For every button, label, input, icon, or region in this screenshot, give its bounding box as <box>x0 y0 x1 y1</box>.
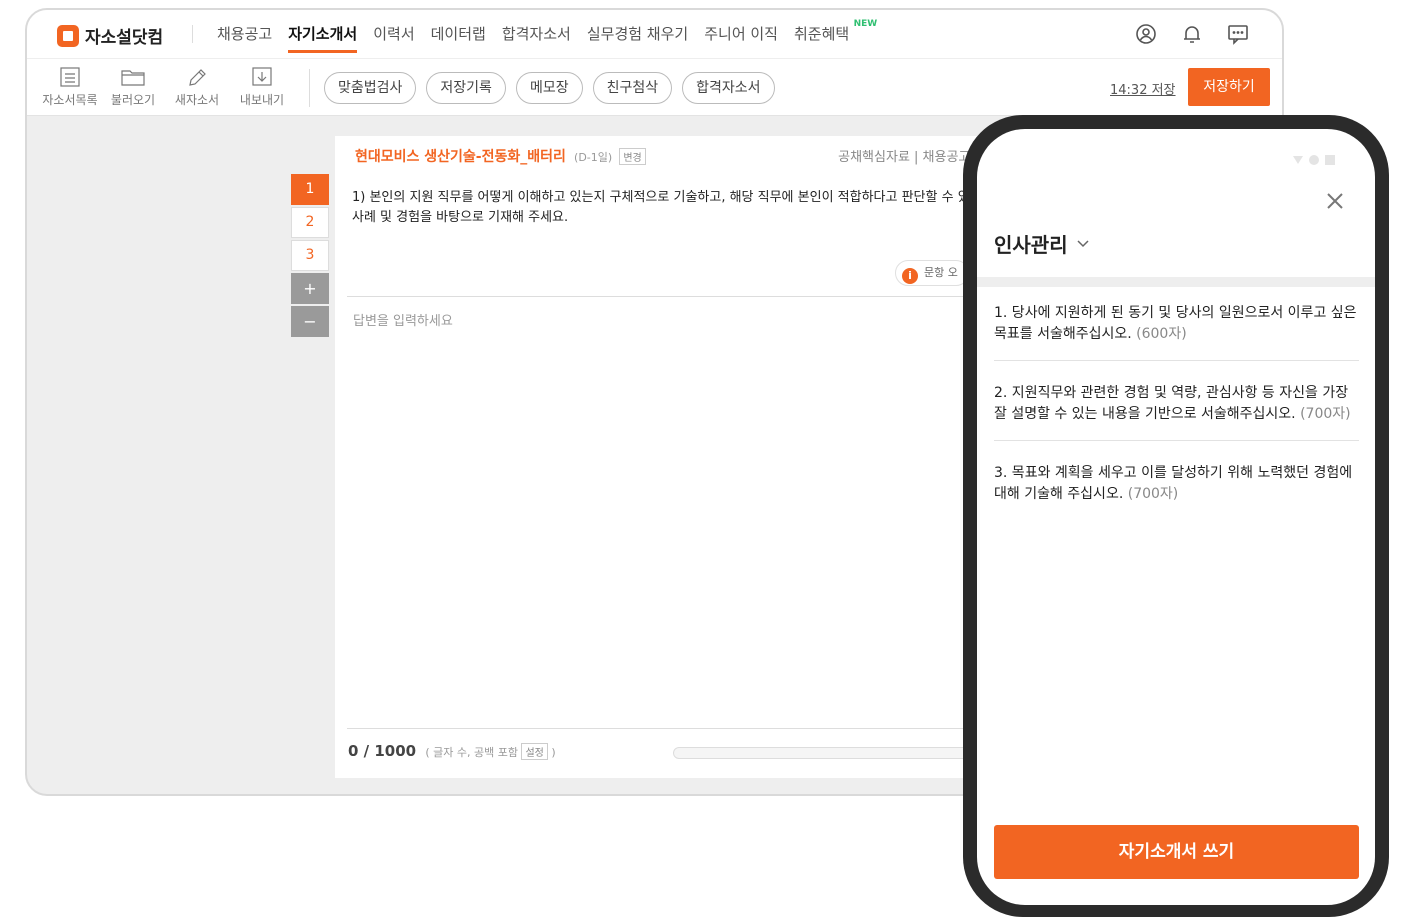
section-divider <box>977 277 1375 287</box>
logo[interactable]: 자소설닷컴 <box>57 23 163 48</box>
question-list: 1. 당사에 지원하게 된 동기 및 당사의 일원으로서 이루고 싶은 목표를 … <box>994 303 1359 542</box>
question-text: 2. 지원직무와 관련한 경험 및 역량, 관심사항 등 자신을 가장 잘 설명… <box>994 385 1349 422</box>
circle-icon <box>1309 155 1319 165</box>
folder-icon <box>121 70 145 86</box>
divider <box>347 296 1035 297</box>
nav-item-benefits-label: 취준혜택 <box>794 25 850 43</box>
hint-label: 문항 오 <box>924 266 958 279</box>
count-note: ( 글자 수, 공백 포함 설정 ) <box>425 743 556 760</box>
status-bar <box>1293 155 1335 165</box>
message-icon[interactable] <box>1226 22 1250 46</box>
signal-icon <box>1293 156 1303 164</box>
question-tab-1[interactable]: 1 <box>291 174 329 205</box>
load-button[interactable]: 불러오기 <box>100 67 166 108</box>
passed-essays-button[interactable]: 합격자소서 <box>682 72 775 104</box>
chevron-down-icon <box>1077 239 1089 247</box>
friend-review-button[interactable]: 친구첨삭 <box>592 72 673 104</box>
nav-item-junior-move[interactable]: 주니어 이직 <box>704 23 778 44</box>
spellcheck-button[interactable]: 맞춤법검사 <box>324 72 417 104</box>
logo-text: 자소설닷컴 <box>85 28 164 48</box>
logo-icon <box>57 24 79 47</box>
close-icon[interactable] <box>1323 189 1347 213</box>
char-limit: (700자) <box>1127 486 1179 502</box>
count-value: 0 / 1000 <box>348 742 417 760</box>
pencil-icon <box>189 69 206 86</box>
nav-item-datalab[interactable]: 데이터랩 <box>431 23 486 44</box>
tool-label: 불러오기 <box>110 93 156 107</box>
progress-bar <box>673 747 1013 759</box>
question-hint-button[interactable]: i 문항 오 <box>895 260 969 286</box>
export-button[interactable]: 내보내기 <box>229 67 295 108</box>
top-navigation: 자소설닷컴 채용공고 자기소개서 이력서 데이터랩 합격자소서 실무경험 채우기… <box>27 10 1282 58</box>
divider <box>347 728 1035 729</box>
toolbar-divider <box>309 69 310 107</box>
question-tab-3[interactable]: 3 <box>291 240 329 271</box>
save-button[interactable]: 저장하기 <box>1188 68 1270 106</box>
nav-item-jobs[interactable]: 채용공고 <box>217 23 272 44</box>
toolbar-pills: 맞춤법검사 저장기록 메모장 친구첨삭 합격자소서 <box>324 72 775 104</box>
new-essay-button[interactable]: 새자소서 <box>164 67 230 108</box>
change-company-button[interactable]: 변경 <box>619 148 646 165</box>
list-item[interactable]: 2. 지원직무와 관련한 경험 및 역량, 관심사항 등 자신을 가장 잘 설명… <box>994 383 1359 441</box>
nav-item-self-intro[interactable]: 자기소개서 <box>288 23 358 53</box>
save-history-button[interactable]: 저장기록 <box>426 72 506 104</box>
nav-item-resume[interactable]: 이력서 <box>373 23 414 44</box>
list-icon <box>60 67 80 87</box>
answer-input[interactable] <box>347 304 1035 724</box>
new-badge: NEW <box>853 19 878 29</box>
company-title[interactable]: 현대모비스 생산기술-전동화_배터리 <box>355 149 566 165</box>
add-question-button[interactable]: + <box>291 273 329 304</box>
char-limit: (700자) <box>1300 406 1351 422</box>
question-tab-2[interactable]: 2 <box>291 207 329 238</box>
memo-button[interactable]: 메모장 <box>515 72 583 104</box>
nav-icons <box>1134 22 1250 46</box>
export-icon <box>252 67 272 86</box>
list-item[interactable]: 3. 목표와 계획을 세우고 이를 달성하기 위해 노력했던 경험에 대해 기술… <box>994 463 1359 520</box>
essay-document: 현대모비스 생산기술-전동화_배터리 (D-1일) 변경 공채핵심자료 | 채용… <box>335 136 1035 778</box>
question-number-nav: 1 2 3 + − <box>291 174 331 339</box>
character-count: 0 / 1000 ( 글자 수, 공백 포함 설정 ) <box>348 742 556 760</box>
nav-divider <box>192 25 193 43</box>
remove-question-button[interactable]: − <box>291 306 329 337</box>
bell-icon[interactable] <box>1180 22 1204 46</box>
saved-time-link[interactable]: 14:32 저장 <box>1110 79 1176 98</box>
category-dropdown[interactable]: 인사관리 <box>994 229 1090 258</box>
essay-list-button[interactable]: 자소서목록 <box>37 67 103 108</box>
question-text: 1) 본인의 지원 직무를 어떻게 이해하고 있는지 구체적으로 기술하고, 해… <box>352 190 1022 225</box>
list-item[interactable]: 1. 당사에 지원하게 된 동기 및 당사의 일원으로서 이루고 싶은 목표를 … <box>994 303 1359 361</box>
info-icon: i <box>902 268 918 284</box>
write-essay-button[interactable]: 자기소개서 쓰기 <box>994 825 1359 879</box>
editor-toolbar: 자소서목록 불러오기 새자소서 내보내기 맞춤법검사 저장기록 메모장 친구첨삭… <box>27 58 1282 116</box>
tool-label: 자소서목록 <box>42 93 98 107</box>
nav-item-passed-essays[interactable]: 합격자소서 <box>502 23 571 44</box>
nav-item-experience[interactable]: 실무경험 채우기 <box>587 23 688 44</box>
category-label: 인사관리 <box>994 233 1068 257</box>
phone-frame: 인사관리 1. 당사에 지원하게 된 동기 및 당사의 일원으로서 이루고 싶은… <box>963 115 1389 917</box>
main-menu: 채용공고 자기소개서 이력서 데이터랩 합격자소서 실무경험 채우기 주니어 이… <box>217 19 877 53</box>
char-limit: (600자) <box>1136 326 1187 342</box>
dday-badge: (D-1일) <box>574 151 613 164</box>
battery-icon <box>1325 155 1335 165</box>
document-header: 현대모비스 생산기술-전동화_배터리 (D-1일) 변경 공채핵심자료 | 채용… <box>355 146 1035 166</box>
phone-screen: 인사관리 1. 당사에 지원하게 된 동기 및 당사의 일원으로서 이루고 싶은… <box>977 129 1375 905</box>
tool-label: 새자소서 <box>174 93 220 107</box>
user-icon[interactable] <box>1134 22 1158 46</box>
nav-item-benefits[interactable]: 취준혜택 NEW <box>794 19 877 44</box>
tool-label: 내보내기 <box>239 93 285 107</box>
count-setting-button[interactable]: 설정 <box>521 743 548 760</box>
